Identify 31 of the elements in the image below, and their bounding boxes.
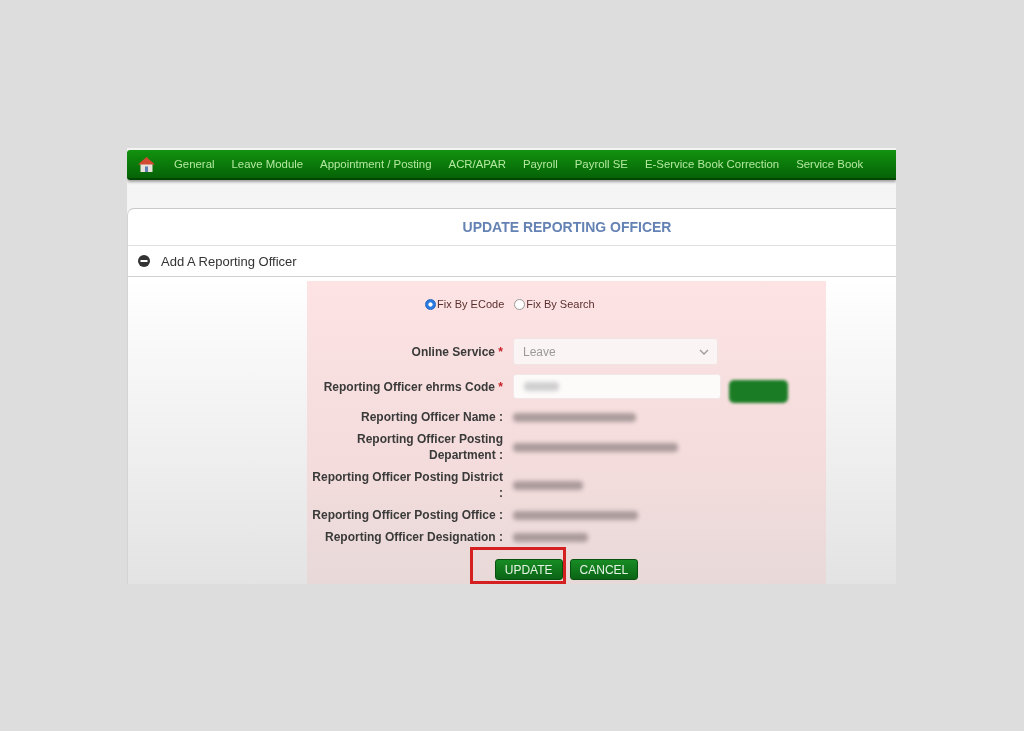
field-label: Reporting Officer Designation :: [325, 530, 503, 544]
field-label: Online Service: [411, 344, 495, 359]
input-field[interactable]: [513, 374, 721, 399]
menu-item[interactable]: Leave Module: [231, 158, 304, 170]
field-label: Reporting Officer Posting Office :: [312, 508, 503, 522]
menu-item[interactable]: Service Book: [796, 158, 864, 170]
radio-button[interactable]: [514, 298, 526, 310]
menu-item[interactable]: Appointment / Posting: [320, 158, 432, 170]
menu-item[interactable]: ACR/APAR: [448, 158, 506, 170]
field-label: Reporting Officer ehrms Code: [323, 380, 495, 394]
field-label: Reporting Officer Posting District :: [312, 470, 503, 500]
chevron-down-icon: [699, 348, 709, 355]
form-button[interactable]: CANCEL: [569, 559, 639, 580]
section-title: Add A Reporting Officer: [161, 253, 297, 269]
menu-item[interactable]: Payroll SE: [574, 158, 628, 170]
radio-label[interactable]: Fix By Search: [526, 298, 595, 310]
required-mark: *: [498, 344, 503, 359]
menu-item[interactable]: E-Service Book Correction: [644, 158, 780, 170]
blurred-text: [513, 480, 583, 490]
radio-button[interactable]: [425, 298, 436, 310]
page-title: UPDATE REPORTING OFFICER: [462, 219, 672, 235]
radio-label[interactable]: Fix By ECode: [437, 298, 505, 310]
home-icon[interactable]: [138, 156, 155, 172]
blurred-text: [524, 382, 559, 391]
field-label: Reporting Officer Posting Department :: [357, 432, 503, 462]
field-label: Reporting Officer Name :: [360, 410, 503, 424]
minus-circle-icon[interactable]: [138, 255, 150, 267]
required-mark: *: [498, 380, 503, 394]
menu-item[interactable]: General: [174, 158, 215, 170]
form-button[interactable]: UPDATE: [494, 559, 563, 580]
menu-item[interactable]: Payroll: [522, 158, 558, 170]
